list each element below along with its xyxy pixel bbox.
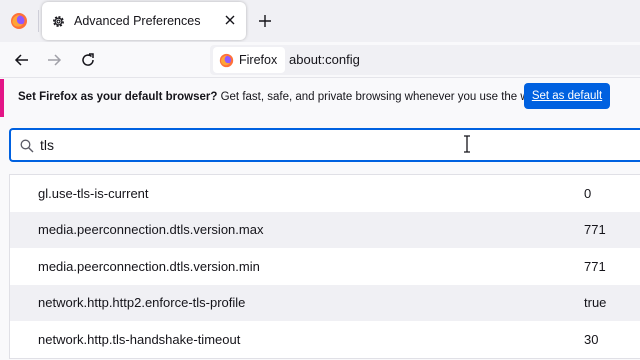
- table-row[interactable]: gl.use-tls-is-current 0: [10, 175, 640, 212]
- table-row[interactable]: media.peerconnection.dtls.version.min 77…: [10, 248, 640, 285]
- table-row[interactable]: network.http.tls-handshake-timeout 30: [10, 321, 640, 358]
- banner-message-text: Get fast, safe, and private browsing whe…: [217, 91, 545, 103]
- text-cursor-icon: [464, 135, 470, 153]
- table-row[interactable]: network.http.http2.enforce-tls-profile t…: [10, 284, 640, 321]
- url-bar[interactable]: Firefox about:config: [210, 45, 640, 75]
- banner-message: Set Firefox as your default browser? Get…: [18, 91, 545, 103]
- url-text[interactable]: about:config: [289, 52, 360, 67]
- tab-separator: [38, 10, 39, 32]
- pref-name: gl.use-tls-is-current: [38, 185, 149, 201]
- pref-name: network.http.http2.enforce-tls-profile: [38, 295, 246, 311]
- arrow-right-icon: [48, 54, 62, 66]
- default-browser-notification: Set Firefox as your default browser? Get…: [0, 79, 640, 117]
- search-input[interactable]: [40, 132, 600, 158]
- search-icon: [20, 139, 34, 153]
- pref-value: 771: [584, 222, 606, 238]
- about-config-page: gl.use-tls-is-current 0 media.peerconnec…: [0, 117, 640, 360]
- tab-strip: Advanced Preferences: [0, 0, 640, 42]
- back-button[interactable]: [11, 49, 33, 71]
- pref-name: network.http.tls-handshake-timeout: [38, 331, 241, 347]
- identity-box[interactable]: Firefox: [213, 47, 286, 73]
- set-as-default-button[interactable]: Set as default: [524, 83, 610, 109]
- pref-name: media.peerconnection.dtls.version.min: [38, 258, 260, 274]
- tab-title: Advanced Preferences: [74, 14, 201, 28]
- reload-icon: [82, 53, 94, 66]
- plus-icon: [259, 15, 271, 27]
- preferences-table: gl.use-tls-is-current 0 media.peerconnec…: [9, 174, 640, 359]
- arrow-left-icon: [14, 54, 28, 66]
- firefox-icon: [219, 53, 234, 67]
- reload-button[interactable]: [77, 49, 99, 71]
- forward-button[interactable]: [43, 49, 65, 71]
- pref-value: true: [584, 295, 607, 311]
- banner-message-bold: Set Firefox as your default browser?: [18, 91, 218, 103]
- firefox-icon: [11, 13, 27, 29]
- close-icon[interactable]: [222, 12, 238, 28]
- pref-value: 30: [584, 331, 599, 347]
- pref-name: media.peerconnection.dtls.version.max: [38, 222, 264, 238]
- pref-value: 771: [584, 258, 606, 274]
- gear-icon: [50, 13, 66, 29]
- tab-advanced-preferences[interactable]: Advanced Preferences: [42, 2, 246, 40]
- table-row[interactable]: media.peerconnection.dtls.version.max 77…: [10, 211, 640, 248]
- firefox-view-button[interactable]: [2, 4, 36, 38]
- search-box[interactable]: [9, 128, 640, 162]
- navigation-bar: Firefox about:config: [0, 42, 640, 78]
- pref-value: 0: [584, 185, 592, 201]
- identity-label: Firefox: [239, 53, 278, 67]
- new-tab-button[interactable]: [254, 10, 276, 32]
